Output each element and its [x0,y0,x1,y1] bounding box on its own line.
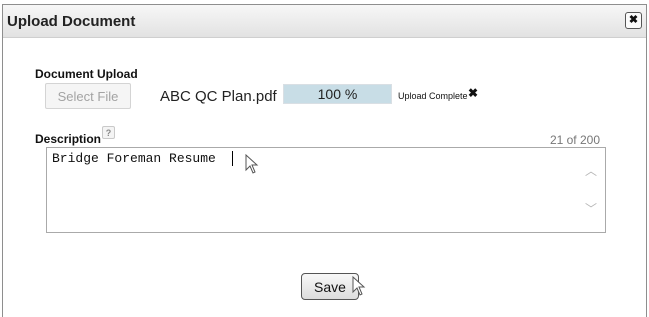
progress-text: 100 % [317,86,358,102]
mouse-pointer-icon-save [352,276,366,296]
upload-progress-bar: 100 % [283,84,392,104]
text-caret [232,151,233,166]
upload-status-text: Upload Complete [398,91,468,101]
close-icon[interactable]: ✖ [625,12,642,29]
description-text: Bridge Foreman Resume [52,151,216,166]
document-upload-label: Document Upload [35,67,138,81]
dialog-titlebar: Upload Document ✖ [3,5,646,38]
mouse-pointer-icon [245,154,259,174]
uploaded-filename: ABC QC Plan.pdf [160,88,277,105]
character-count: 21 of 200 [549,133,600,147]
select-file-button[interactable]: Select File [45,83,131,109]
dialog-title: Upload Document [7,13,136,30]
save-button[interactable]: Save [301,273,359,300]
remove-file-icon[interactable]: ✖ [468,86,478,100]
scroll-up-icon[interactable]: ︿ [583,162,599,178]
scroll-down-icon[interactable]: ﹀ [583,200,599,216]
description-textarea[interactable]: Bridge Foreman Resume ︿ ﹀ [46,147,606,233]
upload-document-dialog: Upload Document ✖ Document Upload Select… [2,4,647,317]
help-icon[interactable]: ? [102,126,115,139]
description-label: Description [35,132,102,146]
